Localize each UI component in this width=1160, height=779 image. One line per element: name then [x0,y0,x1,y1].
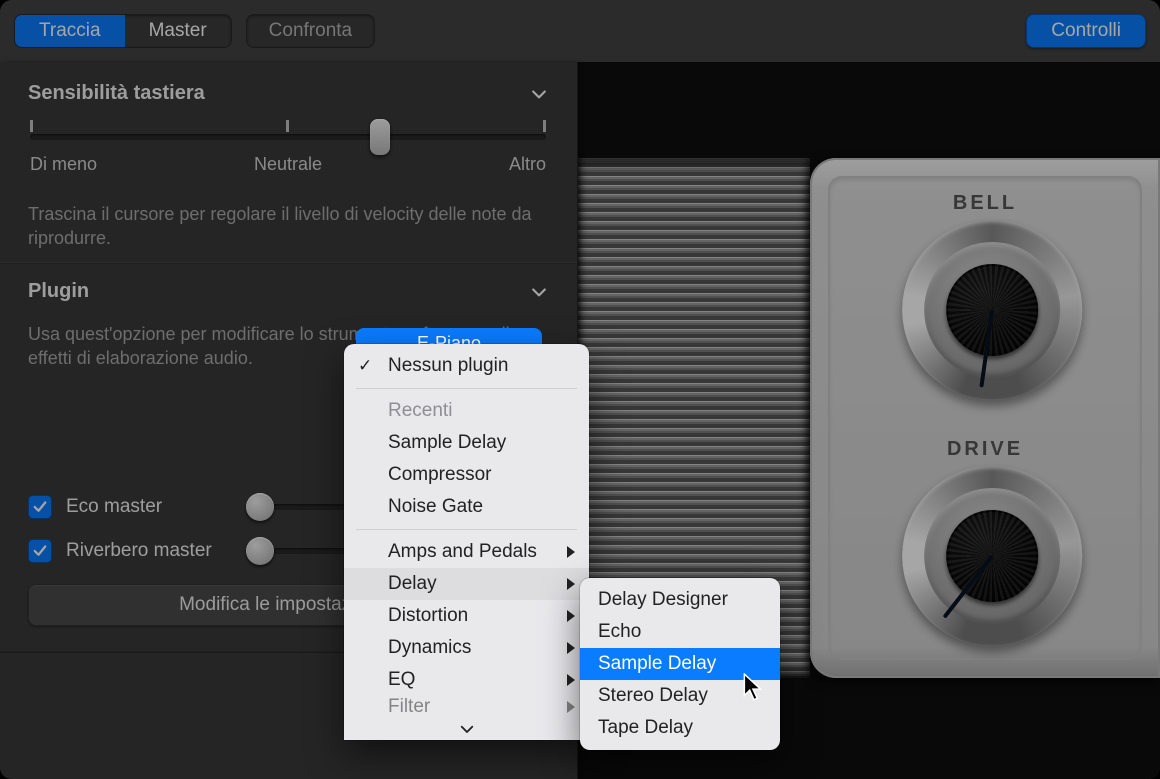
knob-bell[interactable] [902,220,1082,400]
knob-drive-label: DRIVE [810,438,1160,461]
checkbox-eco-master[interactable] [28,495,52,519]
section-plugin-title: Plugin [28,280,89,303]
btn-confronta[interactable]: Confronta [246,14,375,48]
velocity-label-min: Di meno [30,154,97,175]
menu-item-category-delay[interactable]: Delay [344,568,589,600]
plugin-context-menu[interactable]: ✓ Nessun plugin Recenti Sample Delay Com… [344,344,589,740]
tab-traccia[interactable]: Traccia [15,15,125,47]
menu-separator [356,388,577,389]
btn-controlli[interactable]: Controlli [1026,14,1146,48]
menu-header-recent: Recenti [344,395,589,427]
instrument-panel: BELL DRIVE [810,158,1160,678]
menu-item-no-plugin[interactable]: ✓ Nessun plugin [344,350,589,382]
velocity-slider-knob[interactable] [370,119,390,155]
chevron-down-icon [528,83,550,105]
mouse-cursor-icon [743,673,765,703]
menu-separator [356,529,577,530]
plugin-submenu-delay[interactable]: Delay Designer Echo Sample Delay Stereo … [580,578,780,750]
section-velocity-header[interactable]: Sensibilità tastiera [28,82,550,105]
header-bar: Traccia Master Confronta Controlli [0,0,1160,62]
checkbox-riverbero-master[interactable] [28,539,52,563]
checkmark-icon: ✓ [358,356,372,376]
velocity-label-mid: Neutrale [254,154,322,175]
section-velocity-title: Sensibilità tastiera [28,82,205,105]
slider-eco-master-knob[interactable] [246,493,274,521]
menu-item-category-amps-and-pedals[interactable]: Amps and Pedals [344,536,589,568]
velocity-label-max: Altro [509,154,546,175]
velocity-hint: Trascina il cursore per regolare il live… [28,202,550,251]
label-riverbero-master: Riverbero master [66,540,212,562]
knob-drive[interactable] [902,466,1082,646]
menu-item-category-distortion[interactable]: Distortion [344,600,589,632]
divider [0,262,577,264]
view-segmented-control: Traccia Master [14,14,232,48]
menu-item-category-eq[interactable]: EQ [344,664,589,696]
velocity-slider[interactable]: Di meno Neutrale Altro [30,120,546,180]
label-eco-master: Eco master [66,496,162,518]
knob-bell-label: BELL [810,192,1160,215]
menu-item-recent-1[interactable]: Compressor [344,459,589,491]
velocity-slider-track [30,134,546,140]
submenu-item-tape-delay[interactable]: Tape Delay [580,712,780,744]
app-window: Traccia Master Confronta Controlli Sensi… [0,0,1160,779]
menu-item-recent-2[interactable]: Noise Gate [344,491,589,523]
menu-item-category-dynamics[interactable]: Dynamics [344,632,589,664]
submenu-item-delay-designer[interactable]: Delay Designer [580,584,780,616]
section-plugin-header[interactable]: Plugin [28,280,550,303]
chevron-down-icon [528,281,550,303]
menu-item-recent-0[interactable]: Sample Delay [344,427,589,459]
velocity-slider-labels: Di meno Neutrale Altro [30,154,546,180]
menu-scroll-down-icon[interactable] [344,718,589,740]
submenu-item-echo[interactable]: Echo [580,616,780,648]
tab-master[interactable]: Master [125,15,231,47]
menu-item-category-filter[interactable]: Filter [344,696,589,718]
slider-riverbero-master-knob[interactable] [246,537,274,565]
